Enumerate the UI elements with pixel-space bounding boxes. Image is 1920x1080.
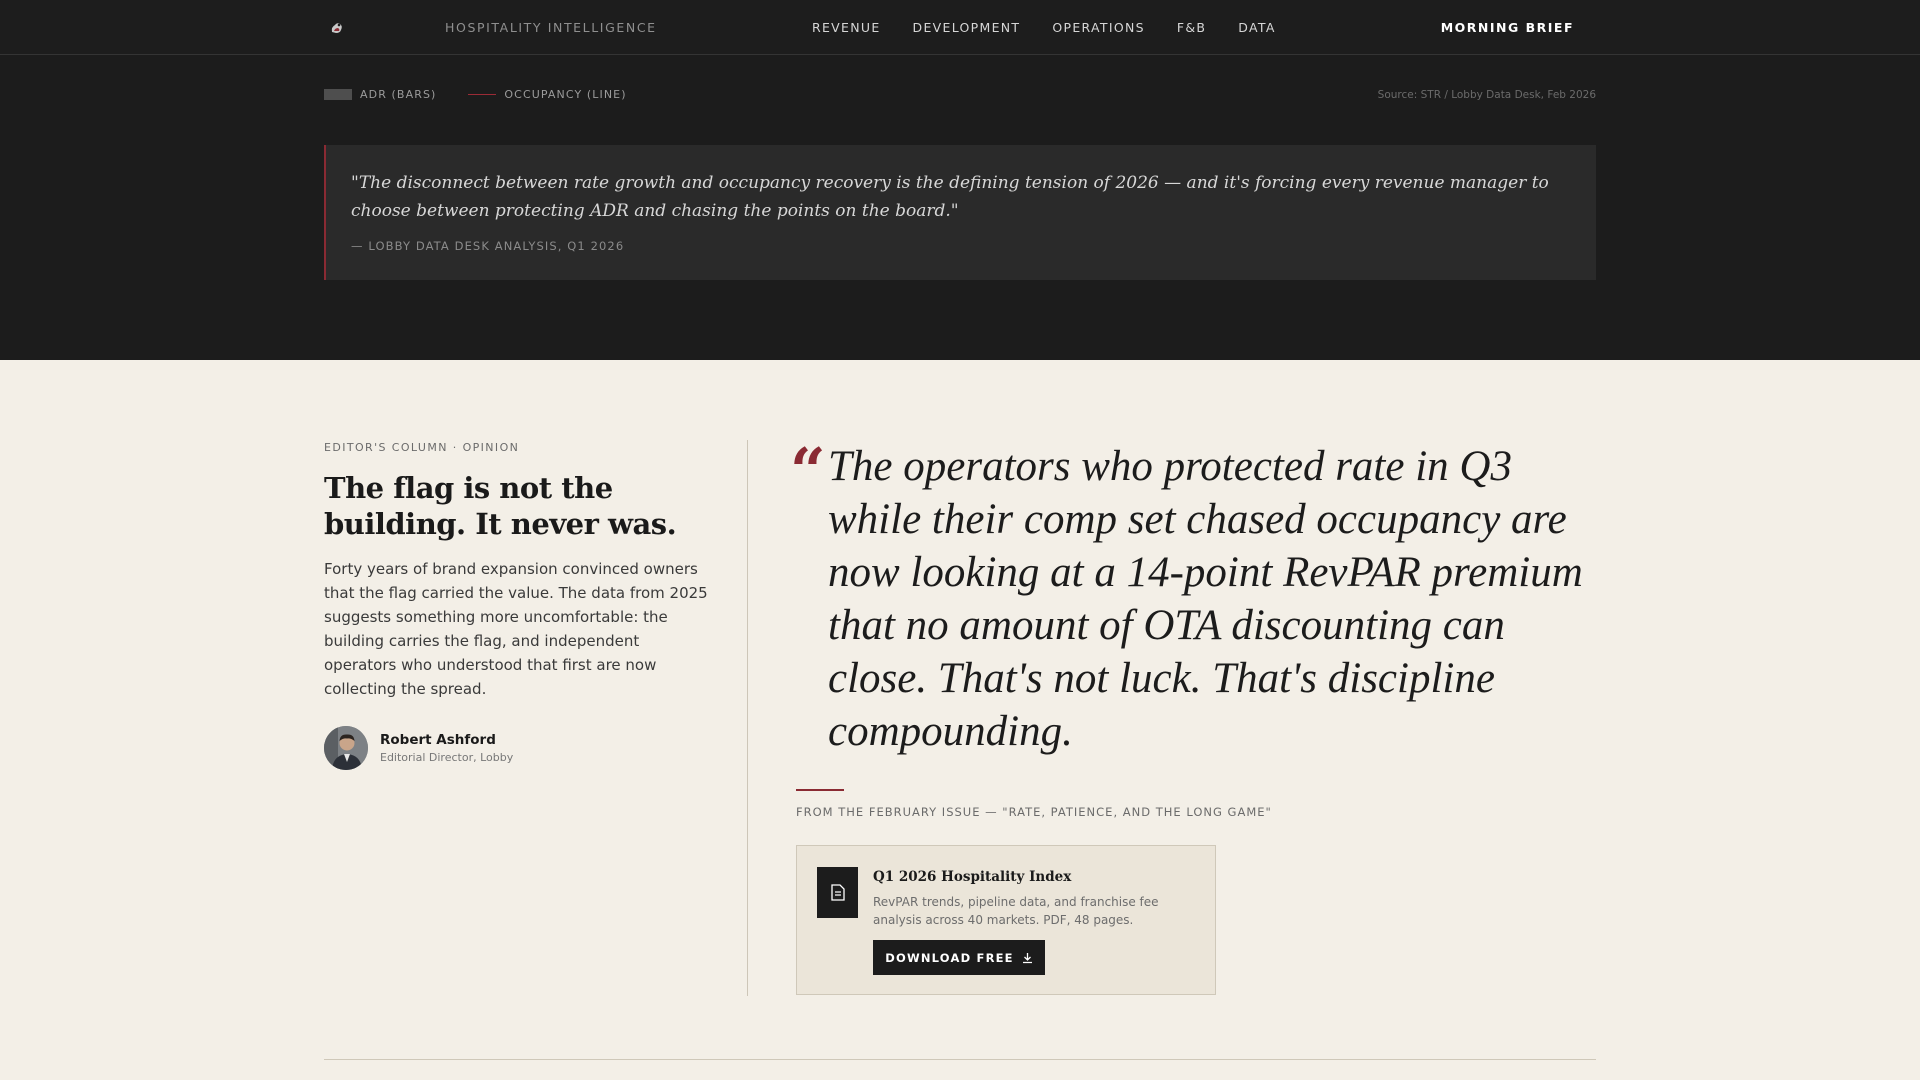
document-icon [817, 867, 858, 918]
analysis-quote-text: "The disconnect between rate growth and … [351, 173, 1549, 221]
column-divider [747, 440, 748, 996]
brand-name[interactable]: HOSPITALITY INTELLIGENCE [445, 20, 657, 35]
author-name[interactable]: Robert Ashford [380, 732, 513, 748]
author-byline[interactable]: Robert Ashford Editorial Director, Lobby [324, 726, 513, 770]
download-button[interactable]: DOWNLOAD FREE [873, 940, 1045, 975]
card-description: RevPAR trends, pipeline data, and franch… [873, 895, 1159, 927]
download-button-label: DOWNLOAD FREE [885, 950, 1014, 965]
pull-quote-text: The operators who protected rate in Q3 w… [828, 443, 1583, 755]
column-headline[interactable]: The flag is not the building. It never w… [324, 470, 704, 542]
download-card: Q1 2026 Hospitality Index RevPAR trends,… [796, 845, 1216, 995]
logo-icon[interactable] [328, 19, 346, 37]
morning-brief-link[interactable]: MORNING BRIEF [1441, 20, 1574, 35]
avatar-portrait-icon [324, 726, 368, 770]
dark-hero-section: HOSPITALITY INTELLIGENCE REVENUE DEVELOP… [0, 0, 1920, 360]
chart-source: Source: STR / Lobby Data Desk, Feb 2026 [1377, 89, 1596, 101]
legend-bars-label: ADR (BARS) [360, 88, 437, 101]
author-avatar [324, 726, 368, 770]
issue-reference[interactable]: FROM THE FEBRUARY ISSUE — "RATE, PATIENC… [796, 805, 1272, 819]
nav-item-development[interactable]: DEVELOPMENT [913, 20, 1021, 35]
main-nav: REVENUE DEVELOPMENT OPERATIONS F&B DATA [812, 20, 1308, 35]
nav-item-data[interactable]: DATA [1238, 20, 1275, 35]
nav-item-revenue[interactable]: REVENUE [812, 20, 881, 35]
chart-legend: ADR (BARS) OCCUPANCY (LINE) [324, 88, 627, 101]
section-divider [324, 1059, 1596, 1060]
top-navigation-bar: HOSPITALITY INTELLIGENCE REVENUE DEVELOP… [0, 0, 1920, 55]
card-title: Q1 2026 Hospitality Index [873, 869, 1072, 885]
analysis-quote-attribution: — LOBBY DATA DESK ANALYSIS, Q1 2026 [351, 239, 625, 253]
analysis-quote-box: "The disconnect between rate growth and … [324, 145, 1596, 280]
legend-line-swatch [468, 94, 497, 95]
column-kicker: EDITOR'S COLUMN · OPINION [324, 441, 520, 454]
legend-line-label: OCCUPANCY (LINE) [504, 88, 627, 101]
download-icon [1022, 952, 1032, 963]
quote-mark-icon: “ [790, 434, 826, 507]
legend-bar-swatch [324, 89, 352, 100]
accent-rule [796, 789, 844, 791]
author-role: Editorial Director, Lobby [380, 751, 514, 764]
column-body: Forty years of brand expansion convinced… [324, 560, 708, 698]
nav-item-fnb[interactable]: F&B [1177, 20, 1206, 35]
nav-item-operations[interactable]: OPERATIONS [1052, 20, 1144, 35]
